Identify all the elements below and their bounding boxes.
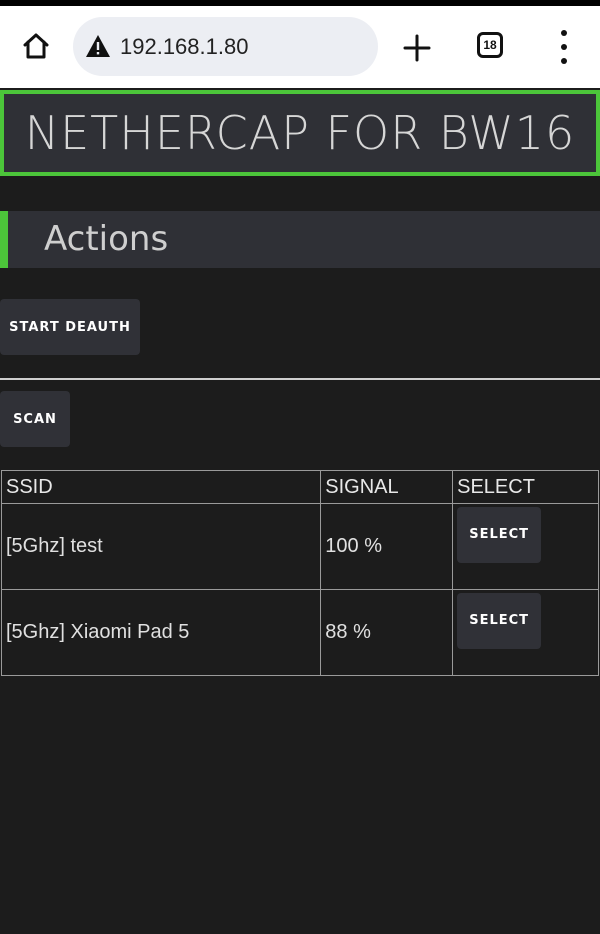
- table-row: [5Ghz] test 100 % SELECT: [0, 503, 599, 590]
- actions-section-header: Actions: [0, 211, 600, 268]
- browser-toolbar: 192.168.1.80 18: [0, 6, 600, 88]
- select-button[interactable]: SELECT: [457, 592, 542, 649]
- address-bar[interactable]: 192.168.1.80: [73, 17, 378, 76]
- ssid-cell: [5Ghz] Xiaomi Pad 5: [0, 589, 322, 676]
- ssid-cell: [5Ghz] test: [0, 503, 322, 590]
- page-title-box: NETHERCAP FOR BW16: [0, 90, 600, 176]
- url-text[interactable]: 192.168.1.80: [120, 33, 248, 61]
- plus-icon: [403, 34, 431, 62]
- start-deauth-button[interactable]: START DEAUTH: [0, 299, 140, 355]
- scan-button[interactable]: SCAN: [0, 391, 70, 447]
- section-title: Actions: [44, 219, 169, 259]
- select-button[interactable]: SELECT: [457, 506, 542, 563]
- kebab-menu-icon[interactable]: [552, 30, 576, 64]
- table-row: [5Ghz] Xiaomi Pad 5 88 % SELECT: [0, 589, 599, 676]
- signal-cell: 100 %: [320, 503, 454, 590]
- warning-icon[interactable]: [85, 33, 111, 59]
- signal-cell: 88 %: [320, 589, 454, 676]
- new-tab-button[interactable]: [397, 28, 437, 68]
- tabs-button[interactable]: 18: [477, 32, 503, 58]
- home-button[interactable]: [18, 28, 54, 64]
- select-cell: SELECT: [452, 589, 599, 676]
- column-header-signal: SIGNAL: [320, 470, 454, 504]
- home-icon: [23, 33, 49, 59]
- page-content: NETHERCAP FOR BW16 Actions START DEAUTH …: [0, 88, 600, 934]
- divider: [0, 378, 600, 380]
- column-header-ssid: SSID: [0, 470, 322, 504]
- select-cell: SELECT: [452, 503, 599, 590]
- tab-count: 18: [483, 38, 497, 52]
- table-header-row: SSID SIGNAL SELECT: [0, 470, 599, 504]
- page-title: NETHERCAP FOR BW16: [24, 106, 576, 160]
- column-header-select: SELECT: [452, 470, 599, 504]
- network-table: SSID SIGNAL SELECT [5Ghz] test 100 % SEL…: [0, 470, 599, 676]
